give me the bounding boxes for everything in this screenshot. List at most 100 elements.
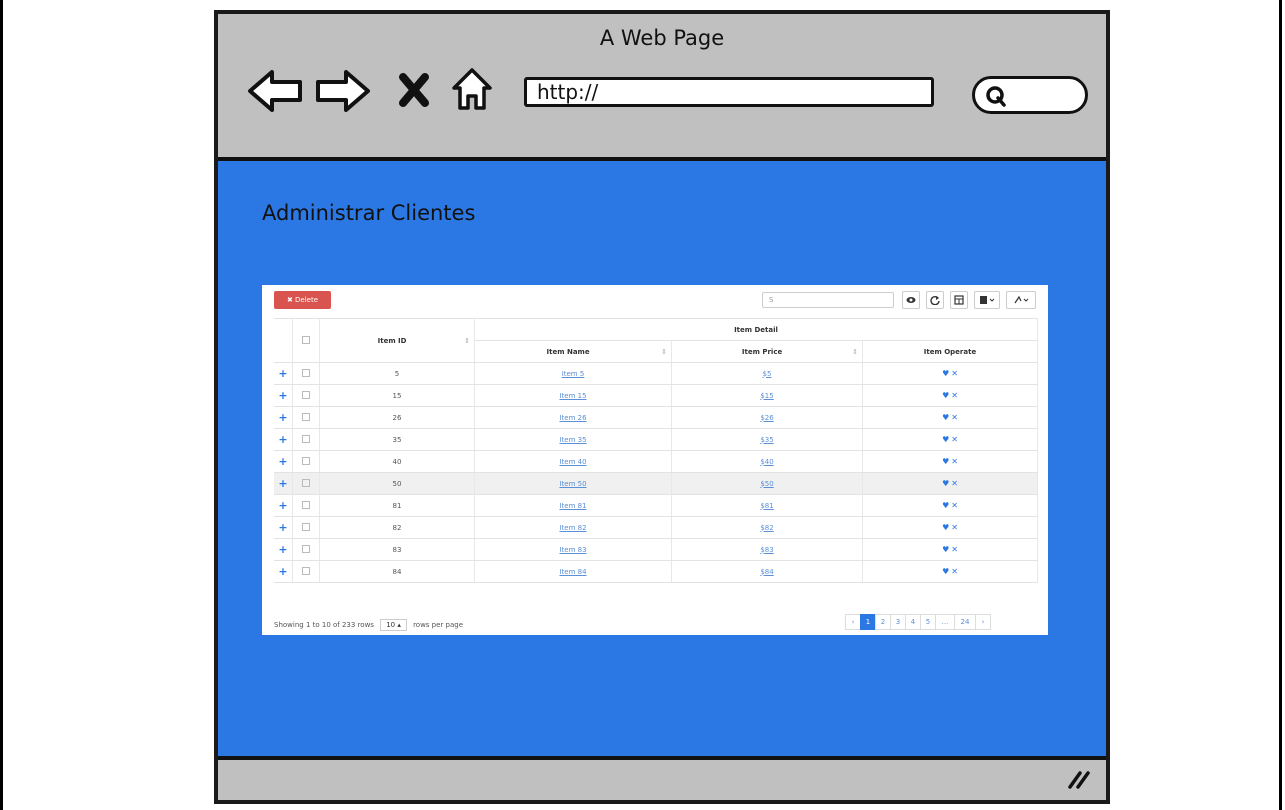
like-icon[interactable]: ♥ <box>942 523 949 532</box>
sort-icon: ⇕ <box>464 336 470 345</box>
page-2[interactable]: 2 <box>875 614 891 630</box>
expand-row-icon[interactable]: + <box>278 477 287 490</box>
expand-row-icon[interactable]: + <box>278 433 287 446</box>
column-header-name[interactable]: Item Name ⇕ <box>474 340 672 363</box>
export-button[interactable] <box>1006 291 1036 309</box>
column-header-price[interactable]: Item Price ⇕ <box>671 340 863 363</box>
table-row-highlighted[interactable]: +50 Item 50 $50 ♥ ✕ <box>274 472 1038 495</box>
item-price-link[interactable]: $15 <box>760 392 773 400</box>
row-checkbox[interactable] <box>302 434 310 443</box>
data-table: Item ID ⇕ Item Detail Item Name ⇕ Item Pri… <box>274 318 1038 583</box>
item-name-link[interactable]: Item 81 <box>559 502 586 510</box>
page-next[interactable]: › <box>975 614 991 630</box>
item-name-link[interactable]: Item 83 <box>559 546 586 554</box>
resize-grip-icon[interactable] <box>1066 770 1092 790</box>
expand-row-icon[interactable]: + <box>278 455 287 468</box>
table-search-input[interactable]: S <box>762 292 894 308</box>
page-last[interactable]: 24 <box>954 614 976 630</box>
like-icon[interactable]: ♥ <box>942 479 949 488</box>
item-name-link[interactable]: Item 50 <box>559 480 586 488</box>
refresh-button[interactable] <box>926 291 944 309</box>
page-prev[interactable]: ‹ <box>845 614 861 630</box>
expand-row-icon[interactable]: + <box>278 543 287 556</box>
like-icon[interactable]: ♥ <box>942 545 949 554</box>
table-row[interactable]: +83 Item 83 $83 ♥ ✕ <box>274 538 1038 561</box>
column-menu-button[interactable] <box>974 291 1000 309</box>
row-checkbox[interactable] <box>302 566 310 575</box>
table-row[interactable]: +26 Item 26 $26 ♥ ✕ <box>274 406 1038 429</box>
like-icon[interactable]: ♥ <box>942 369 949 378</box>
row-checkbox[interactable] <box>302 390 310 399</box>
home-icon[interactable] <box>450 66 494 112</box>
item-name-link[interactable]: Item 40 <box>559 458 586 466</box>
item-price-link[interactable]: $83 <box>760 546 773 554</box>
forward-arrow-icon[interactable] <box>314 68 372 114</box>
row-checkbox[interactable] <box>302 412 310 421</box>
table-row[interactable]: +35 Item 35 $35 ♥ ✕ <box>274 428 1038 451</box>
remove-icon[interactable]: ✕ <box>951 369 958 378</box>
remove-icon[interactable]: ✕ <box>951 523 958 532</box>
remove-icon[interactable]: ✕ <box>951 479 958 488</box>
toggle-view-button[interactable] <box>902 291 920 309</box>
select-all-checkbox[interactable] <box>302 335 310 344</box>
expand-row-icon[interactable]: + <box>278 565 287 578</box>
delete-button[interactable]: ✖ Delete <box>274 291 331 309</box>
back-arrow-icon[interactable] <box>246 68 304 114</box>
remove-icon[interactable]: ✕ <box>951 457 958 466</box>
like-icon[interactable]: ♥ <box>942 567 949 576</box>
remove-icon[interactable]: ✕ <box>951 567 958 576</box>
remove-icon[interactable]: ✕ <box>951 413 958 422</box>
item-name-link[interactable]: Item 84 <box>559 568 586 576</box>
expand-row-icon[interactable]: + <box>278 499 287 512</box>
table-row[interactable]: +40 Item 40 $40 ♥ ✕ <box>274 450 1038 473</box>
column-header-id[interactable]: Item ID ⇕ <box>319 318 475 363</box>
row-checkbox[interactable] <box>302 368 310 377</box>
browser-search-field[interactable] <box>972 76 1088 114</box>
table-row[interactable]: +84 Item 84 $84 ♥ ✕ <box>274 560 1038 583</box>
item-name-link[interactable]: Item 26 <box>559 414 586 422</box>
expand-row-icon[interactable]: + <box>278 389 287 402</box>
item-price-link[interactable]: $50 <box>760 480 773 488</box>
row-checkbox[interactable] <box>302 500 310 509</box>
item-price-link[interactable]: $81 <box>760 502 773 510</box>
page-5[interactable]: 5 <box>920 614 936 630</box>
item-name-link[interactable]: Item 15 <box>559 392 586 400</box>
expand-row-icon[interactable]: + <box>278 521 287 534</box>
remove-icon[interactable]: ✕ <box>951 545 958 554</box>
expand-row-icon[interactable]: + <box>278 411 287 424</box>
table-row[interactable]: +82 Item 82 $82 ♥ ✕ <box>274 516 1038 539</box>
item-price-link[interactable]: $5 <box>763 370 772 378</box>
row-checkbox[interactable] <box>302 478 310 487</box>
item-price-link[interactable]: $82 <box>760 524 773 532</box>
remove-icon[interactable]: ✕ <box>951 501 958 510</box>
like-icon[interactable]: ♥ <box>942 457 949 466</box>
like-icon[interactable]: ♥ <box>942 435 949 444</box>
table-row[interactable]: +5 Item 5 $5 ♥ ✕ <box>274 362 1038 385</box>
table-row[interactable]: +81 Item 81 $81 ♥ ✕ <box>274 494 1038 517</box>
page-1[interactable]: 1 <box>860 614 876 630</box>
row-checkbox[interactable] <box>302 544 310 553</box>
row-checkbox[interactable] <box>302 522 310 531</box>
table-row[interactable]: +15 Item 15 $15 ♥ ✕ <box>274 384 1038 407</box>
url-field[interactable]: http:// <box>524 77 934 107</box>
expand-row-icon[interactable]: + <box>278 367 287 380</box>
item-price-link[interactable]: $84 <box>760 568 773 576</box>
like-icon[interactable]: ♥ <box>942 413 949 422</box>
item-price-link[interactable]: $26 <box>760 414 773 422</box>
item-price-link[interactable]: $35 <box>760 436 773 444</box>
page-size-select[interactable]: 10 ▴ <box>380 619 407 631</box>
item-name-link[interactable]: Item 82 <box>559 524 586 532</box>
like-icon[interactable]: ♥ <box>942 391 949 400</box>
toggle-columns-button[interactable] <box>950 291 968 309</box>
page-4[interactable]: 4 <box>905 614 921 630</box>
item-name-link[interactable]: Item 5 <box>562 370 585 378</box>
page-3[interactable]: 3 <box>890 614 906 630</box>
like-icon[interactable]: ♥ <box>942 501 949 510</box>
remove-icon[interactable]: ✕ <box>951 435 958 444</box>
item-price-link[interactable]: $40 <box>760 458 773 466</box>
item-name-link[interactable]: Item 35 <box>559 436 586 444</box>
remove-icon[interactable]: ✕ <box>951 391 958 400</box>
row-checkbox[interactable] <box>302 456 310 465</box>
select-all-header[interactable] <box>292 318 320 363</box>
stop-icon[interactable] <box>398 72 430 108</box>
